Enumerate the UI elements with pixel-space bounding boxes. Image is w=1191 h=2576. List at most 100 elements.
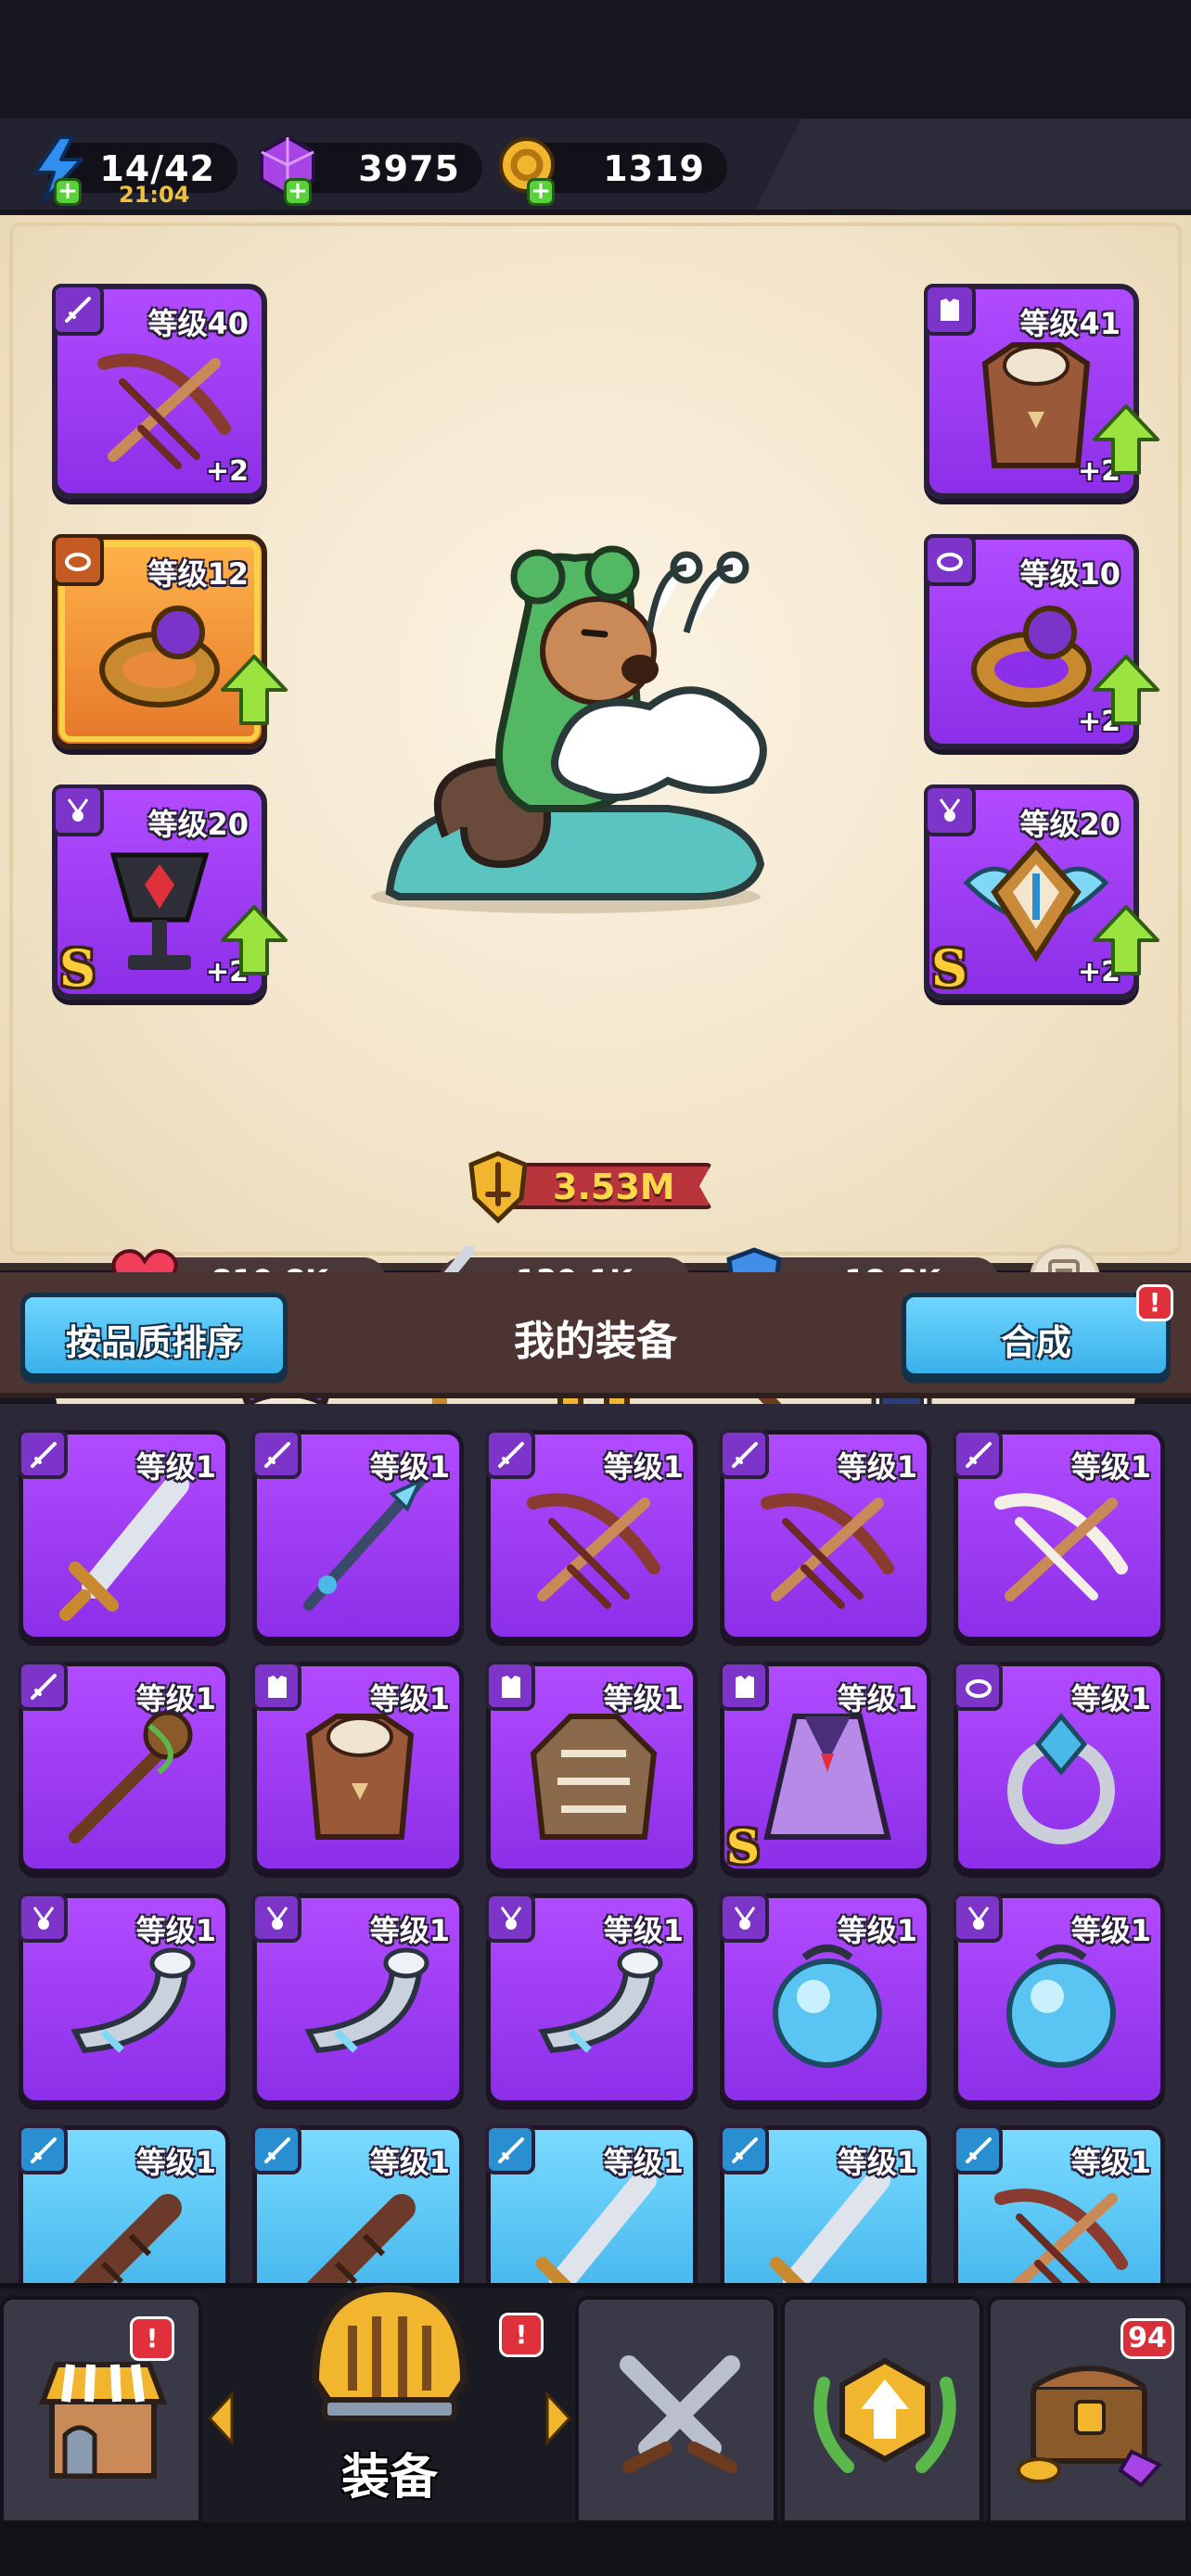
coin-counter[interactable]: + 1319 [499,137,727,206]
treasure-chest-icon [1017,2366,1163,2488]
add-energy-icon[interactable]: + [54,178,82,206]
inventory-item[interactable]: 等级1 [953,1429,1165,1641]
nav-shop[interactable]: ! [0,2296,202,2524]
shop-icon [38,2362,168,2479]
add-gems-icon[interactable]: + [284,178,312,206]
nav-equipment-label: 装备 [340,2450,438,2506]
fur-armor-icon [281,1698,439,1859]
bone-crossbow-icon [982,1466,1140,1627]
combat-power: 3.53M [467,1151,712,1224]
equipped-necklace-slot-2[interactable]: 等级20 +2 S [924,784,1159,1000]
crossbow-icon [515,1466,672,1627]
staff-icon [47,1698,205,1859]
alert-badge: ! [130,2316,174,2361]
inventory-item[interactable]: 等级1 [953,1661,1165,1873]
nav-upgrade[interactable] [781,2296,983,2524]
crossed-swords-icon [620,2355,740,2473]
power-value: 3.53M [553,1167,675,1207]
equipped-necklace-slot[interactable]: 等级20 +2 S [52,784,288,1000]
coins-value: 1319 [603,148,705,189]
inventory-item[interactable]: 等级1 [485,1893,698,2105]
item-level: 等级1 [135,2145,216,2180]
inventory-item[interactable]: 等级1 [18,1893,230,2105]
equipped-ring-slot[interactable]: 等级12 [52,534,288,749]
item-level: 等级1 [837,1681,917,1716]
item-level: 等级1 [603,2145,684,2180]
inventory-item[interactable]: 等级1 [719,1429,931,1641]
item-level: 等级1 [135,1681,216,1716]
inventory-item[interactable]: 等级1 [251,1661,464,1873]
nav-equipment[interactable]: ! 装备 [206,2284,573,2528]
orb-icon [749,1930,906,2091]
character-avatar[interactable] [362,530,788,920]
inventory-item[interactable]: 等级1 [953,1893,1165,2105]
inventory-item[interactable]: 等级1 [953,2124,1165,2285]
item-level: 等级1 [369,1681,450,1716]
horn-icon [515,1930,672,2091]
alert-badge: ! [499,2313,544,2357]
item-level: 等级1 [369,1449,450,1485]
chest-count-badge: 94 [1121,2318,1174,2359]
item-level: 等级1 [1070,1449,1151,1485]
robe-icon [749,1698,906,1859]
inventory-item[interactable]: 等级1 [485,1429,698,1641]
upgrade-arrow-icon [1091,402,1161,480]
inventory-item[interactable]: 等级1 [719,1893,931,2105]
item-level: 等级1 [1070,1913,1151,1948]
energy-timer: 21:04 [119,182,190,208]
inventory-item[interactable]: 等级1 [719,2124,931,2285]
item-level: 等级1 [135,1913,216,1948]
inventory-item[interactable]: 等级1 [485,1661,698,1873]
inventory-item[interactable]: 等级1 [18,1661,230,1873]
slot-level: 等级20 [147,807,249,842]
slot-level: 等级12 [147,556,249,592]
equipped-weapon-slot[interactable]: 等级40 +2 [52,284,267,499]
inventory-item[interactable]: 等级1 [251,2124,464,2285]
item-level: 等级1 [369,2145,450,2180]
inventory-grid: 等级1 等级1 等级1 等级1 等级1 等级1 等级1 等级1 等级1 S 等级1 等级1 等级1 等级1… [0,1404,1191,2285]
slot-plus: +2 [205,455,249,488]
upgrade-arrow-icon [1091,653,1161,731]
home-indicator-area [0,2522,1191,2576]
slot-level: 等级20 [1019,807,1121,842]
crossbow-icon [749,1466,906,1627]
slot-level: 等级40 [147,306,249,341]
nav-chests[interactable]: 94 [987,2296,1189,2524]
spear-icon [281,1466,439,1627]
item-level: 等级1 [837,1913,917,1948]
bottom-nav: ! ! 装备 94 [0,2283,1191,2528]
upgrade-arrow-icon [219,653,289,731]
horn-icon [47,1930,205,2091]
inventory-item[interactable]: 等级1 S [719,1661,931,1874]
gem-counter[interactable]: + 3975 [260,134,482,206]
equipped-ring-slot-2[interactable]: 等级10 +2 [924,534,1159,749]
inventory-item[interactable]: 等级1 [485,2124,698,2285]
item-level: 等级1 [135,1449,216,1485]
item-level: 等级1 [603,1681,684,1716]
inventory-item[interactable]: 等级1 [18,2124,230,2285]
grade-badge: S [726,1819,761,1874]
upgrade-arrow-icon [219,903,289,981]
inventory-item[interactable]: 等级1 [251,1893,464,2105]
grade-badge: S [931,938,967,998]
item-level: 等级1 [1070,2145,1151,2180]
alert-badge: ! [1136,1284,1173,1321]
upgrade-emblem-icon [813,2357,956,2473]
item-level: 等级1 [837,2145,917,2180]
bone-armor-icon [515,1698,672,1859]
currency-bar: + 14/42 21:04 + 3975 + 1319 [0,119,1191,213]
item-level: 等级1 [603,1913,684,1948]
sword-icon [47,1466,205,1627]
item-level: 等级1 [837,1449,917,1485]
item-level: 等级1 [369,1913,450,1948]
equipped-armor-slot[interactable]: 等级41 +2 [924,284,1159,499]
add-coins-icon[interactable]: + [527,178,555,206]
gem-ring-icon [982,1698,1140,1859]
slot-level: 等级41 [1019,306,1121,341]
upgrade-arrow-icon [1091,903,1161,981]
slot-level: 等级10 [1019,556,1121,592]
inventory-item[interactable]: 等级1 [18,1429,230,1641]
merge-button[interactable]: 合成 ! [902,1284,1173,1378]
nav-battle[interactable] [575,2296,777,2524]
inventory-item[interactable]: 等级1 [251,1429,464,1641]
